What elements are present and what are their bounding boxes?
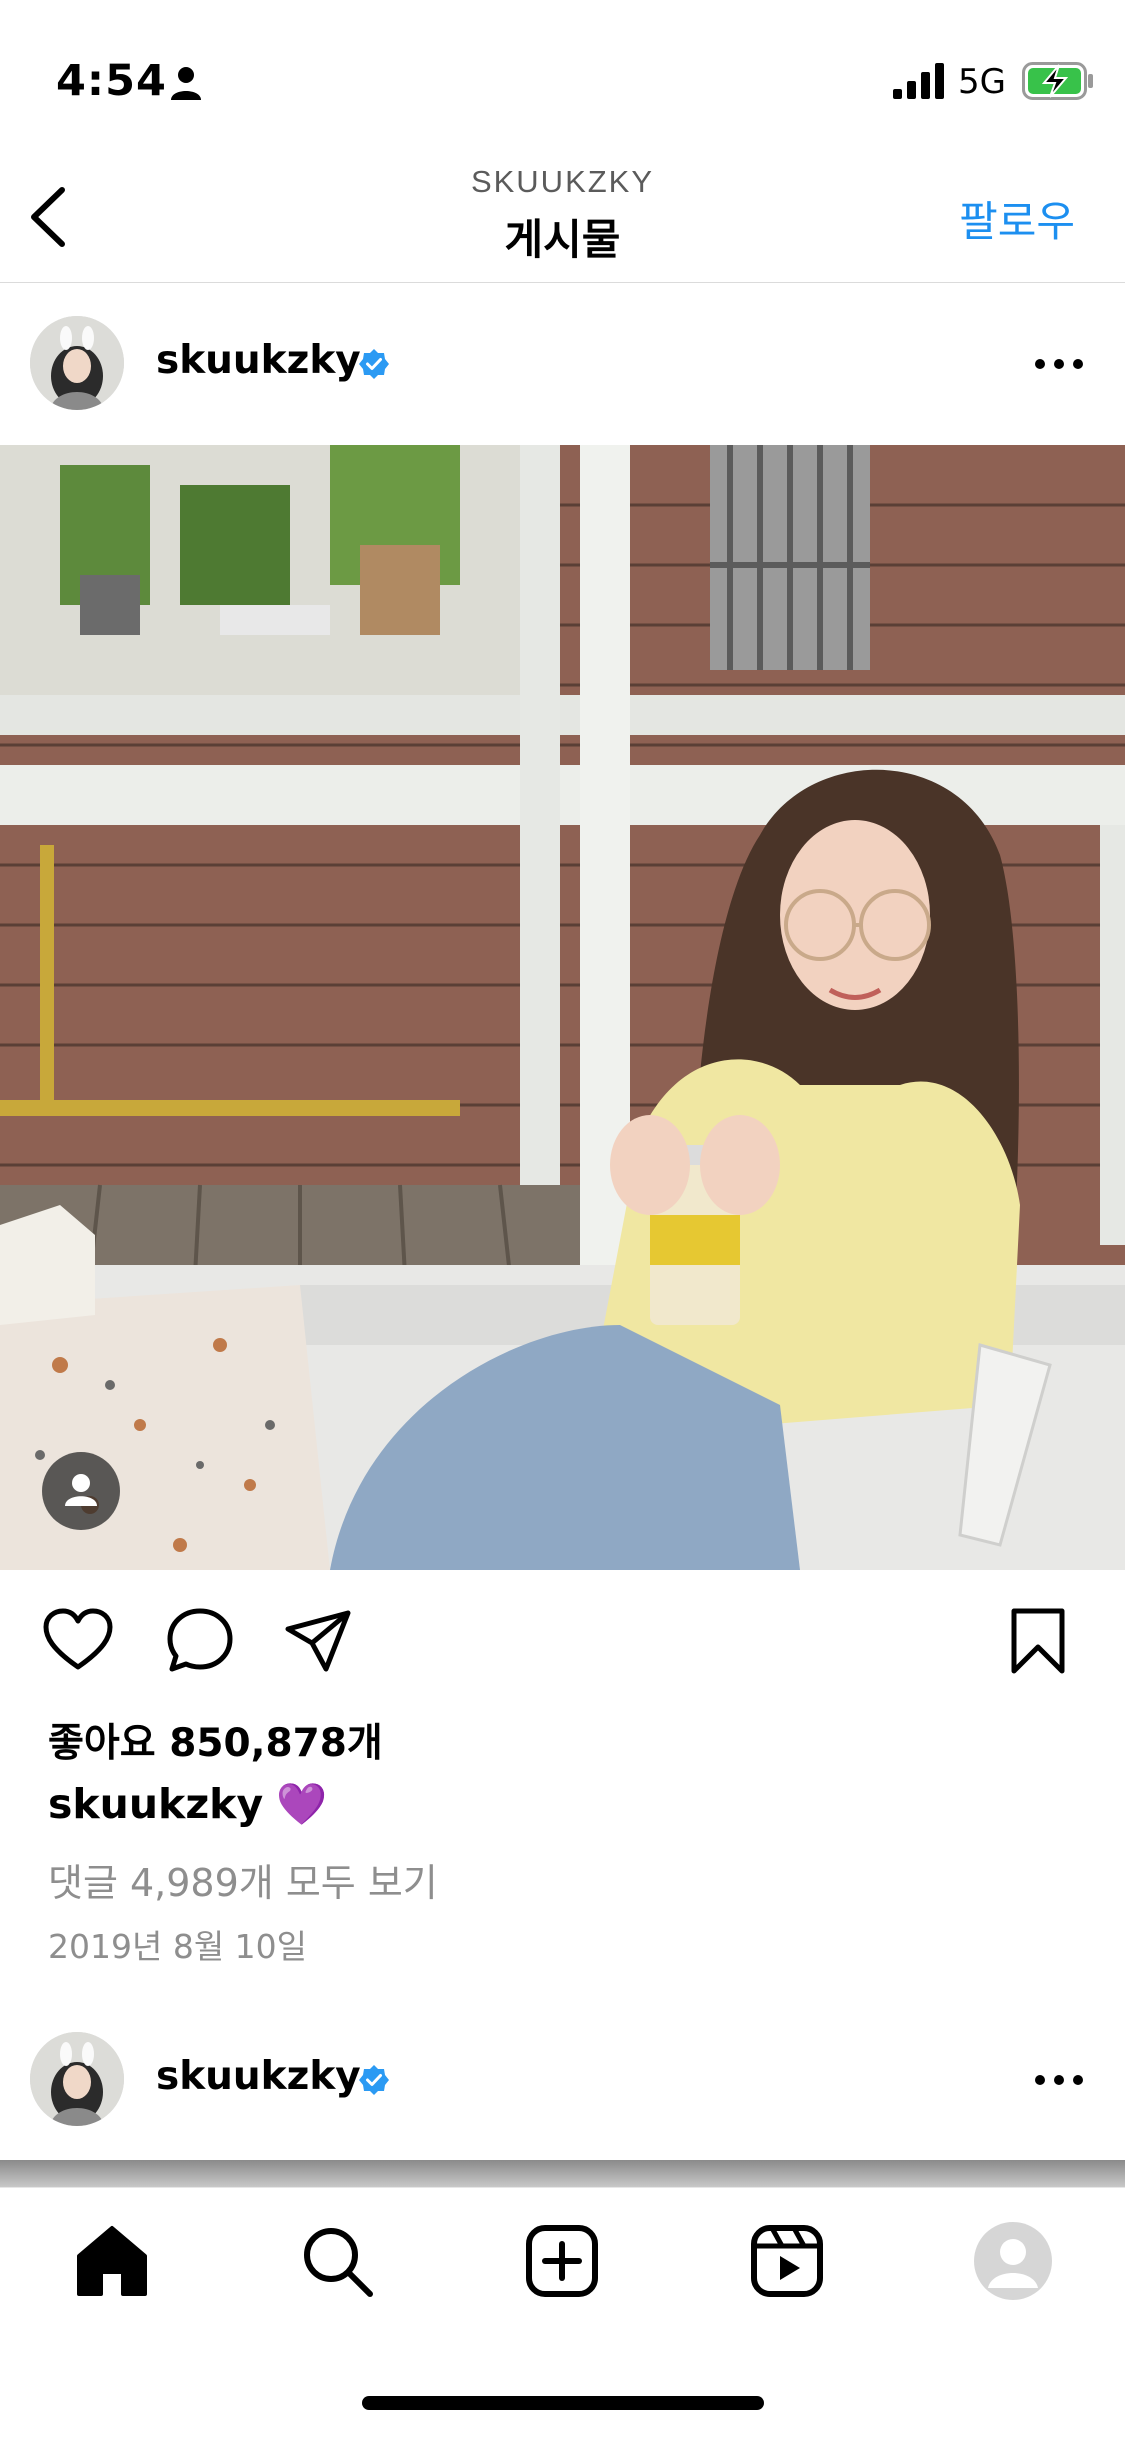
avatar-placeholder-icon xyxy=(988,2239,1038,2288)
follow-button[interactable]: 팔로우 xyxy=(959,188,1075,249)
likes-count[interactable]: 좋아요 850,878개 xyxy=(48,1712,383,1768)
search-icon[interactable] xyxy=(298,2222,376,2300)
battery-charging-icon xyxy=(1022,62,1093,100)
network-type: 5G xyxy=(958,62,1006,102)
next-post-avatar[interactable] xyxy=(30,2032,124,2126)
nav-divider xyxy=(0,282,1125,283)
status-time: 4:54 xyxy=(56,56,167,106)
signal-icon xyxy=(893,63,944,99)
more-options-icon[interactable] xyxy=(1034,2074,1084,2086)
post-date: 2019년 8월 10일 xyxy=(48,1927,308,1966)
caption-username[interactable]: skuukzky xyxy=(48,1780,263,1828)
post-caption: skuukzky 💜 xyxy=(48,1780,327,1829)
view-all-comments-link[interactable]: 댓글 4,989개 모두 보기 xyxy=(48,1852,438,1907)
reels-icon[interactable] xyxy=(748,2222,826,2300)
home-indicator xyxy=(362,2396,764,2410)
verified-badge-icon xyxy=(359,349,389,379)
avatar[interactable] xyxy=(30,316,124,410)
person-tag-icon xyxy=(65,1474,97,1506)
next-post-photo-edge xyxy=(0,2160,1125,2190)
verified-badge-icon xyxy=(359,2065,389,2095)
post-username[interactable]: skuukzky xyxy=(156,338,361,383)
person-icon xyxy=(171,67,201,100)
page-title: 게시물 xyxy=(504,215,621,264)
bookmark-icon[interactable] xyxy=(1002,1605,1074,1677)
home-icon[interactable] xyxy=(73,2222,151,2300)
more-options-icon[interactable] xyxy=(1034,358,1084,370)
post-photo[interactable] xyxy=(0,445,1125,1570)
profile-icon[interactable] xyxy=(974,2222,1052,2300)
likes-text: 좋아요 850,878개 xyxy=(48,1721,383,1766)
create-icon[interactable] xyxy=(523,2222,601,2300)
caption-text: 💜 xyxy=(276,1780,328,1828)
next-post-username[interactable]: skuukzky xyxy=(156,2054,361,2099)
tagged-people-button[interactable] xyxy=(42,1452,120,1530)
comment-icon[interactable] xyxy=(164,1605,236,1677)
nav-account-name: SKUUKZKY xyxy=(470,164,655,199)
share-send-icon[interactable] xyxy=(282,1605,354,1677)
like-heart-icon[interactable] xyxy=(42,1605,114,1677)
